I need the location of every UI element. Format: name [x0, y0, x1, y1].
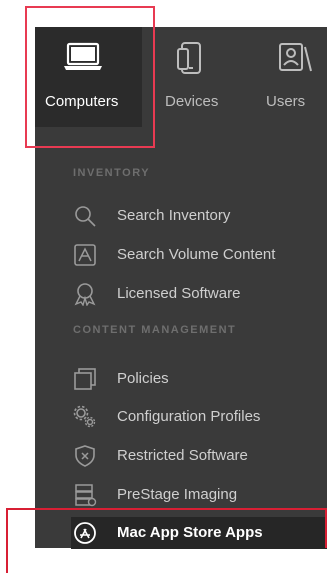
- restricted-shield-icon: [73, 444, 97, 468]
- highlight-box-computers-tab: [25, 6, 155, 148]
- highlight-line-top: [6, 508, 327, 510]
- search-icon: [73, 204, 97, 228]
- disk-stack-icon: [73, 483, 97, 507]
- section-header-inventory: INVENTORY: [73, 167, 151, 179]
- sidebar-item-configuration-profiles[interactable]: Configuration Profiles: [73, 401, 327, 433]
- sidebar-item-label: Search Volume Content: [117, 246, 276, 263]
- highlight-line-left: [6, 508, 8, 573]
- sidebar-item-licensed-software[interactable]: Licensed Software: [73, 278, 327, 310]
- user-card-icon: [277, 41, 313, 82]
- sidebar-item-label: PreStage Imaging: [117, 486, 238, 503]
- tab-devices-label: Devices: [165, 93, 219, 110]
- sidebar-item-prestage-imaging[interactable]: PreStage Imaging: [73, 479, 327, 511]
- sidebar-item-label: Search Inventory: [117, 207, 231, 224]
- tab-devices[interactable]: Devices: [142, 27, 237, 127]
- section-header-content-management: CONTENT MANAGEMENT: [73, 324, 237, 336]
- sidebar-item-label: Configuration Profiles: [117, 408, 261, 425]
- mobile-device-icon: [176, 41, 206, 82]
- sidebar-item-search-volume-content[interactable]: Search Volume Content: [73, 239, 327, 271]
- license-award-icon: [73, 282, 97, 307]
- sidebar-item-label: Restricted Software: [117, 447, 248, 464]
- tab-users[interactable]: Users: [237, 27, 327, 127]
- sidebar-item-label: Licensed Software: [117, 285, 241, 302]
- app-store-icon: [73, 521, 97, 545]
- volume-content-icon: [73, 243, 97, 267]
- sidebar-item-search-inventory[interactable]: Search Inventory: [73, 200, 327, 232]
- gears-icon: [73, 405, 97, 429]
- sidebar-item-restricted-software[interactable]: Restricted Software: [73, 440, 327, 472]
- sidebar-item-policies[interactable]: Policies: [73, 363, 327, 395]
- sidebar-item-label: Policies: [117, 370, 169, 387]
- policies-icon: [73, 367, 97, 391]
- sidebar-item-label: Mac App Store Apps: [117, 524, 263, 541]
- tab-users-label: Users: [266, 93, 306, 110]
- sidebar-item-mac-app-store-apps[interactable]: Mac App Store Apps: [71, 517, 327, 549]
